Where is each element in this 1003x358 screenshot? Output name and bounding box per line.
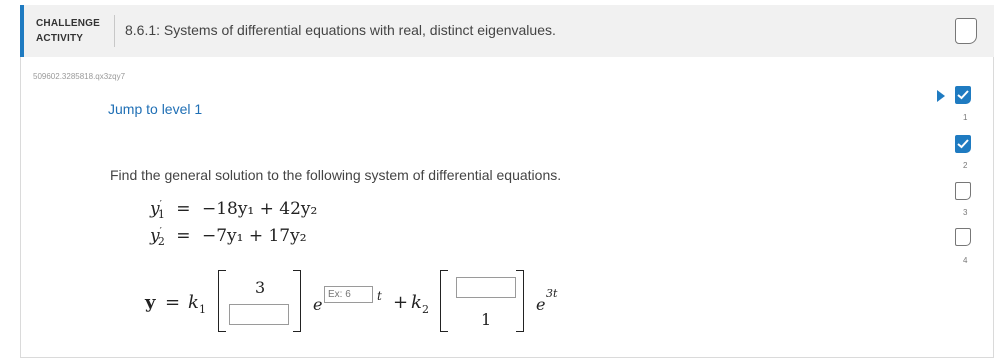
eq1-op: = (176, 199, 191, 219)
level-1-check-icon[interactable] (955, 86, 971, 104)
activity-type-line1: CHALLENGE (36, 18, 101, 29)
k2-label: k (411, 292, 422, 313)
eq1-rhs: −18y₁ + 42y₂ (201, 199, 318, 219)
eq2-op: = (176, 226, 191, 246)
level-progress: 1 2 3 4 (955, 0, 975, 358)
level-3-number: 3 (963, 208, 968, 217)
jump-to-level-link[interactable]: Jump to level 1 (108, 101, 202, 117)
e1-label: e (313, 295, 323, 314)
activity-type-line2: ACTIVITY (36, 33, 84, 44)
vector1-bottom-input[interactable] (229, 304, 289, 325)
eq2-rhs: −7y₁ + 17y₂ (201, 226, 307, 246)
activity-id: 509602.3285818.qx3zqy7 (33, 72, 126, 81)
activity-header: CHALLENGE ACTIVITY 8.6.1: Systems of dif… (20, 5, 994, 57)
solution-y: y (145, 292, 156, 313)
vector2-top-input[interactable] (456, 277, 516, 298)
vector2-bottom: 1 (481, 310, 492, 329)
exponent-t: t (377, 289, 382, 303)
exponent-input[interactable] (324, 286, 373, 303)
level-4-box-icon[interactable] (955, 228, 971, 246)
vector1-right-bracket (293, 270, 301, 332)
e2-exponent: 3t (546, 287, 558, 300)
e2-label: e (536, 295, 546, 314)
eq1-lhs-sub: 1 (157, 208, 165, 222)
level-2-number: 2 (963, 161, 968, 170)
equation-1: y′1 = −18y₁ + 42y₂ (150, 199, 318, 222)
vector1-top: 3 (255, 278, 266, 297)
k1-label: k (188, 292, 199, 313)
vector2-left-bracket (440, 270, 448, 332)
solution-plus: + (393, 292, 409, 313)
k1-sub: 1 (199, 303, 206, 316)
level-4-number: 4 (963, 256, 968, 265)
eq2-lhs-sub: 2 (157, 235, 165, 249)
k2-sub: 2 (422, 303, 429, 316)
activity-title: 8.6.1: Systems of differential equations… (125, 22, 556, 38)
general-solution: y = k 1 3 e t + k 2 1 e 3t (143, 270, 613, 340)
problem-prompt: Find the general solution to the followi… (110, 167, 562, 183)
equation-2: y′2 = −7y₁ + 17y₂ (150, 226, 307, 249)
vector1-left-bracket (218, 270, 226, 332)
vector2-right-bracket (516, 270, 524, 332)
solution-equals: = (165, 292, 181, 313)
activity-type-label: CHALLENGE ACTIVITY (36, 16, 114, 46)
level-3-box-icon[interactable] (955, 182, 971, 200)
level-2-check-icon[interactable] (955, 135, 971, 153)
current-level-arrow-icon (937, 90, 945, 102)
header-divider (114, 15, 115, 47)
level-1-number: 1 (963, 113, 968, 122)
